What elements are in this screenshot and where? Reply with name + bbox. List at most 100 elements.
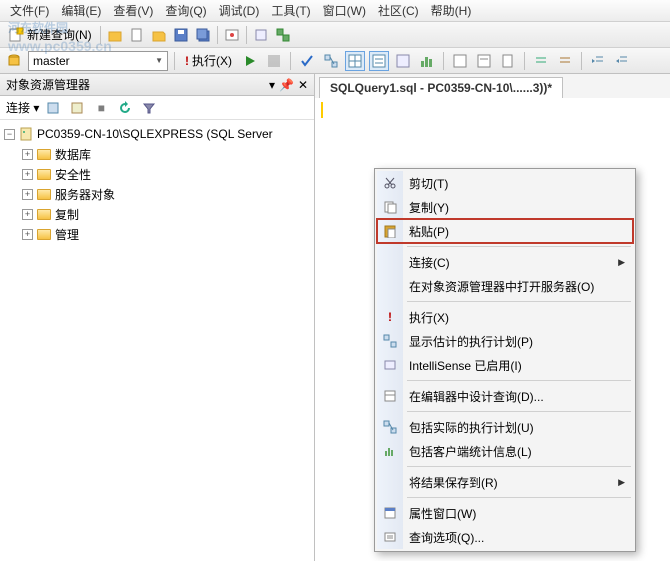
stats-icon[interactable]: [417, 51, 437, 71]
ctx-label: 显示估计的执行计划(P): [409, 333, 533, 350]
stop-icon[interactable]: [264, 51, 284, 71]
dropdown-icon[interactable]: ▾: [269, 78, 275, 92]
toolbar-main: 新建查询(N): [0, 22, 670, 48]
results-grid-icon[interactable]: [345, 51, 365, 71]
indent-icon[interactable]: [588, 51, 608, 71]
ctx-cut[interactable]: 剪切(T): [377, 171, 633, 195]
stop-icon[interactable]: ■: [91, 98, 111, 118]
new-query-button[interactable]: 新建查询(N): [4, 25, 96, 45]
new-file-icon[interactable]: [127, 25, 147, 45]
ctx-opt[interactable]: 查询选项(Q)...: [377, 525, 633, 549]
connect-icon[interactable]: [43, 98, 63, 118]
tree-root-label: PC0359-CN-10\SQLEXPRESS (SQL Server: [37, 127, 273, 141]
ctx-paste[interactable]: 粘贴(P): [377, 219, 633, 243]
expand-icon[interactable]: +: [22, 169, 33, 180]
expand-icon[interactable]: +: [22, 229, 33, 240]
tool-icon[interactable]: [251, 25, 271, 45]
refresh-icon[interactable]: [115, 98, 135, 118]
ctx-plan[interactable]: 显示估计的执行计划(P): [377, 329, 633, 353]
activity-icon[interactable]: [222, 25, 242, 45]
menu-separator: [407, 466, 631, 467]
menu-community[interactable]: 社区(C): [372, 0, 425, 21]
filter-icon[interactable]: [139, 98, 159, 118]
plan-icon[interactable]: [321, 51, 341, 71]
ctx-item[interactable]: 在对象资源管理器中打开服务器(O): [377, 274, 633, 298]
separator: [524, 52, 525, 70]
menu-window[interactable]: 窗口(W): [317, 0, 372, 21]
menu-view[interactable]: 查看(V): [107, 0, 159, 21]
expand-icon[interactable]: +: [22, 189, 33, 200]
ctx-prop[interactable]: 属性窗口(W): [377, 501, 633, 525]
parse-icon[interactable]: [297, 51, 317, 71]
save-icon[interactable]: [171, 25, 191, 45]
open-icon[interactable]: [105, 25, 125, 45]
debug-icon[interactable]: [240, 51, 260, 71]
expand-icon[interactable]: +: [22, 209, 33, 220]
ctx-incplan[interactable]: 包括实际的执行计划(U): [377, 415, 633, 439]
connect-toolbar: 连接 ▾ ■: [0, 96, 314, 120]
folder-icon: [36, 206, 52, 222]
tree-node-replication[interactable]: + 复制: [0, 204, 314, 224]
outdent-icon[interactable]: [612, 51, 632, 71]
tree-node-database[interactable]: + 数据库: [0, 144, 314, 164]
toolbar-query: master ▼ ! 执行(X): [0, 48, 670, 74]
ctx-label: 查询选项(Q)...: [409, 529, 484, 546]
menu-help[interactable]: 帮助(H): [425, 0, 478, 21]
db-icon[interactable]: [4, 51, 24, 71]
collapse-icon[interactable]: −: [4, 129, 15, 140]
open-file-icon[interactable]: [149, 25, 169, 45]
copy-icon: [382, 199, 398, 215]
ctx-item[interactable]: 连接(C)▶: [377, 250, 633, 274]
pin-icon[interactable]: 📌: [279, 78, 294, 92]
results-to-text-icon[interactable]: [474, 51, 494, 71]
menu-tools[interactable]: 工具(T): [265, 0, 316, 21]
object-tree[interactable]: − PC0359-CN-10\SQLEXPRESS (SQL Server + …: [0, 120, 314, 561]
tree-node-management[interactable]: + 管理: [0, 224, 314, 244]
ctx-label: IntelliSense 已启用(I): [409, 357, 522, 374]
menu-edit[interactable]: 编辑(E): [55, 0, 107, 21]
close-icon[interactable]: ✕: [298, 78, 308, 92]
separator: [581, 52, 582, 70]
results-text-icon[interactable]: [369, 51, 389, 71]
ctx-stats[interactable]: 包括客户端统计信息(L): [377, 439, 633, 463]
uncomment-icon[interactable]: [555, 51, 575, 71]
results-to-file-icon[interactable]: [498, 51, 518, 71]
expand-icon[interactable]: +: [22, 149, 33, 160]
ctx-label: 执行(X): [409, 309, 449, 326]
object-explorer-panel: 对象资源管理器 ▾ 📌 ✕ 连接 ▾ ■ − PC0359-CN-10\SQLE…: [0, 74, 315, 561]
ctx-item[interactable]: 将结果保存到(R)▶: [377, 470, 633, 494]
stats-icon: [382, 443, 398, 459]
comment-icon[interactable]: [531, 51, 551, 71]
menu-debug[interactable]: 调试(D): [213, 0, 266, 21]
execute-button[interactable]: ! 执行(X): [181, 52, 236, 69]
menu-file[interactable]: 文件(F): [4, 0, 55, 21]
prop-icon: [382, 505, 398, 521]
menu-separator: [407, 301, 631, 302]
editor-tab-bar: SQLQuery1.sql - PC0359-CN-10\......3))*: [315, 74, 670, 98]
save-all-icon[interactable]: [193, 25, 213, 45]
registered-servers-icon[interactable]: [273, 25, 293, 45]
editor-tab[interactable]: SQLQuery1.sql - PC0359-CN-10\......3))*: [319, 77, 563, 98]
include-plan-icon[interactable]: [393, 51, 413, 71]
execute-label: 执行(X): [192, 52, 232, 69]
incplan-icon: [382, 419, 398, 435]
tree-node-server-objects[interactable]: + 服务器对象: [0, 184, 314, 204]
connect-button[interactable]: 连接 ▾: [6, 99, 39, 116]
blank-icon: [382, 254, 398, 270]
database-dropdown[interactable]: master ▼: [28, 51, 168, 71]
separator: [443, 52, 444, 70]
tree-root[interactable]: − PC0359-CN-10\SQLEXPRESS (SQL Server: [0, 124, 314, 144]
ctx-copy[interactable]: 复制(Y): [377, 195, 633, 219]
ctx-intel[interactable]: IntelliSense 已启用(I): [377, 353, 633, 377]
ctx-label: 粘贴(P): [409, 223, 449, 240]
menu-query[interactable]: 查询(Q): [159, 0, 212, 21]
results-to-grid-icon[interactable]: [450, 51, 470, 71]
ctx-exec[interactable]: !执行(X): [377, 305, 633, 329]
folder-icon: [36, 186, 52, 202]
disconnect-icon[interactable]: [67, 98, 87, 118]
tree-node-security[interactable]: + 安全性: [0, 164, 314, 184]
design-icon: [382, 388, 398, 404]
separator: [174, 52, 175, 70]
folder-icon: [36, 146, 52, 162]
ctx-design[interactable]: 在编辑器中设计查询(D)...: [377, 384, 633, 408]
